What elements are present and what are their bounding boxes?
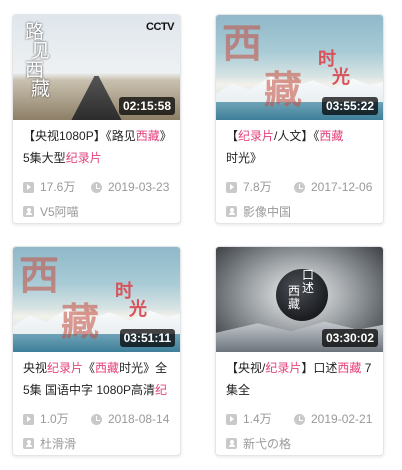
upload-date: 2019-03-23 xyxy=(108,180,170,194)
video-thumbnail[interactable]: 西 藏 时 光 03:51:11 xyxy=(13,247,180,352)
video-card[interactable]: 西 藏 时 光 03:51:11 央视纪录片《西藏时光》全5集 国语中字 108… xyxy=(12,246,181,456)
video-duration: 02:15:58 xyxy=(118,97,175,115)
upload-date: 2017-12-06 xyxy=(311,180,373,194)
user-icon xyxy=(226,205,237,217)
video-author[interactable]: V5阿喵 xyxy=(23,203,79,219)
thumbnail-calligraphy: 口 述 xyxy=(302,268,315,295)
clock-icon xyxy=(91,413,102,425)
thumbnail-calligraphy: 光 xyxy=(129,299,147,320)
view-count: 1.0万 xyxy=(40,412,69,426)
thumbnail-calligraphy: 藏 xyxy=(61,299,100,344)
video-duration: 03:30:02 xyxy=(321,329,378,347)
thumbnail-calligraphy: 藏 xyxy=(264,67,303,112)
video-stats: 17.6万 2019-03-23 xyxy=(23,179,178,195)
thumbnail-calligraphy: 西 xyxy=(222,20,262,67)
video-card[interactable]: 西 藏 时 光 03:55:22 【纪录片/人文】《西藏时光》 7.8万 201… xyxy=(215,14,384,224)
thumbnail-calligraphy: 西 xyxy=(19,252,59,299)
view-count: 1.4万 xyxy=(243,412,272,426)
upload-date: 2018-08-14 xyxy=(108,412,170,426)
video-title[interactable]: 【纪录片/人文】《西藏时光》 xyxy=(226,125,376,169)
author-name[interactable]: 新弋の格 xyxy=(243,435,291,452)
video-card[interactable]: 口 述 西 藏 03:30:02 【央视/纪录片】口述西藏 7集全 1.4万 2… xyxy=(215,246,384,456)
view-count: 7.8万 xyxy=(243,180,272,194)
video-author[interactable]: 新弋の格 xyxy=(226,435,291,451)
video-title[interactable]: 【央视1080P】《路见西藏》5集大型纪录片 xyxy=(23,125,173,169)
video-card[interactable]: CCTV 路 见 西 藏 02:15:58 【央视1080P】《路见西藏》5集大… xyxy=(12,14,181,224)
author-name[interactable]: V5阿喵 xyxy=(40,203,79,220)
play-icon xyxy=(226,413,237,425)
user-icon xyxy=(23,205,34,217)
video-duration: 03:51:11 xyxy=(119,329,175,347)
cctv-logo: CCTV xyxy=(146,21,174,33)
clock-icon xyxy=(294,181,305,193)
play-icon xyxy=(23,181,34,193)
video-title[interactable]: 央视纪录片《西藏时光》全5集 国语中字 1080P高清纪 xyxy=(23,357,173,401)
user-icon xyxy=(226,437,237,449)
video-thumbnail[interactable]: 西 藏 时 光 03:55:22 xyxy=(216,15,383,120)
video-author[interactable]: 影像中国 xyxy=(226,203,291,219)
video-thumbnail[interactable]: 口 述 西 藏 03:30:02 xyxy=(216,247,383,352)
play-icon xyxy=(23,413,34,425)
video-author[interactable]: 杜滑滑 xyxy=(23,435,76,451)
video-duration: 03:55:22 xyxy=(321,97,378,115)
video-title[interactable]: 【央视/纪录片】口述西藏 7集全 xyxy=(226,357,376,401)
upload-date: 2019-02-21 xyxy=(311,412,373,426)
video-stats: 1.4万 2019-02-21 xyxy=(226,411,381,427)
clock-icon xyxy=(91,181,102,193)
user-icon xyxy=(23,437,34,449)
thumbnail-calligraphy: 光 xyxy=(332,67,350,88)
play-icon xyxy=(226,181,237,193)
view-count: 17.6万 xyxy=(40,180,76,194)
road-art xyxy=(71,75,122,120)
video-stats: 1.0万 2018-08-14 xyxy=(23,411,178,427)
thumbnail-calligraphy: 西 藏 xyxy=(288,284,301,311)
author-name[interactable]: 影像中国 xyxy=(243,203,291,220)
author-name[interactable]: 杜滑滑 xyxy=(40,435,76,452)
video-stats: 7.8万 2017-12-06 xyxy=(226,179,381,195)
video-thumbnail[interactable]: CCTV 路 见 西 藏 02:15:58 xyxy=(13,15,180,120)
thumbnail-calligraphy: 路 见 西 藏 xyxy=(25,21,51,100)
clock-icon xyxy=(294,413,305,425)
